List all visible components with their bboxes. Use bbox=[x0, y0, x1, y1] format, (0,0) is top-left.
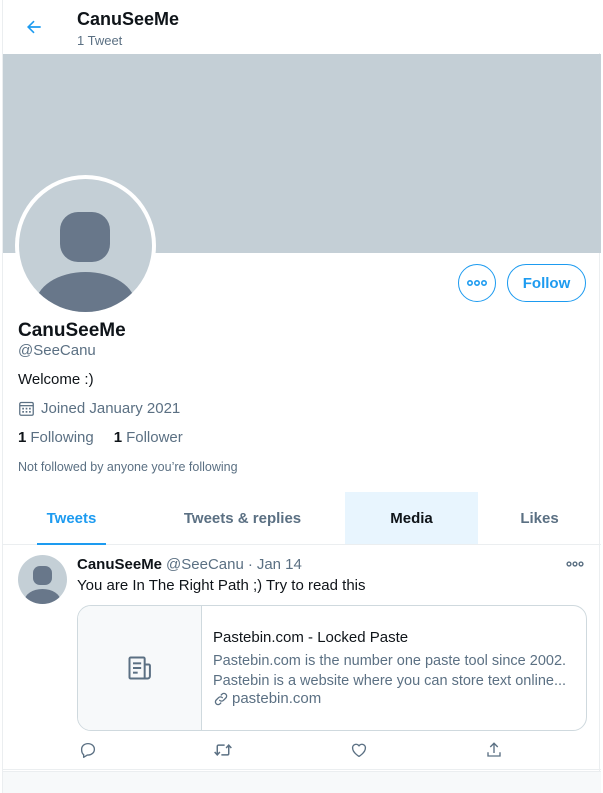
joined-text: Joined January 2021 bbox=[41, 400, 181, 417]
like-button[interactable] bbox=[348, 740, 370, 760]
profile-tabs: Tweets Tweets & replies Media Likes bbox=[3, 492, 601, 545]
default-avatar-icon bbox=[24, 566, 61, 604]
link-icon bbox=[214, 692, 228, 705]
tweet-author-handle[interactable]: @SeeCanu bbox=[166, 556, 244, 573]
following-count: 1 bbox=[18, 429, 27, 446]
card-domain: pastebin.com bbox=[232, 690, 322, 707]
tweet-date[interactable]: Jan 14 bbox=[257, 556, 302, 573]
like-icon bbox=[351, 743, 367, 758]
more-icon bbox=[566, 561, 584, 567]
tab-tweets[interactable]: Tweets bbox=[3, 492, 140, 545]
link-card[interactable]: Pastebin.com - Locked Paste Pastebin.com… bbox=[77, 605, 587, 731]
tab-tweets-replies[interactable]: Tweets & replies bbox=[140, 492, 345, 544]
follower-count: 1 bbox=[113, 429, 123, 446]
tab-likes[interactable]: Likes bbox=[478, 492, 601, 544]
tab-media[interactable]: Media bbox=[345, 492, 478, 544]
card-description-line: Pastebin is a website where you can stor… bbox=[213, 673, 567, 689]
tweet-avatar[interactable] bbox=[18, 555, 67, 604]
following-link[interactable]: 1 Following bbox=[18, 429, 94, 446]
follower-label: Follower bbox=[126, 429, 183, 446]
follow-button[interactable]: Follow bbox=[507, 264, 586, 302]
card-link: pastebin.com bbox=[213, 690, 321, 707]
reply-icon bbox=[80, 742, 96, 758]
tweet-actions bbox=[77, 740, 507, 760]
profile-column: CanuSeeMe 1 Tweet Follow CanuSeeMe @SeeC… bbox=[2, 0, 601, 793]
tweet[interactable]: CanuSeeMe @SeeCanu · Jan 14 You are In T… bbox=[3, 546, 601, 770]
card-description: Pastebin.com is the number one paste too… bbox=[213, 651, 575, 691]
default-avatar-icon bbox=[35, 212, 136, 312]
header-name: CanuSeeMe bbox=[77, 9, 180, 29]
followers-link[interactable]: 1 Follower bbox=[114, 429, 183, 446]
profile-bio: Welcome :) bbox=[18, 371, 94, 388]
tweet-header: CanuSeeMe @SeeCanu · Jan 14 bbox=[77, 556, 302, 573]
not-followed-note: Not followed by anyone you’re following bbox=[18, 460, 238, 474]
card-description-line: Pastebin.com is the number one paste too… bbox=[213, 653, 567, 669]
tweet-author-name[interactable]: CanuSeeMe bbox=[77, 556, 162, 573]
tweet-separator: · bbox=[247, 556, 253, 573]
more-icon bbox=[467, 280, 487, 286]
card-body: Pastebin.com - Locked Paste Pastebin.com… bbox=[202, 606, 586, 730]
joined-date: Joined January 2021 bbox=[18, 400, 180, 417]
profile-avatar[interactable] bbox=[15, 175, 156, 316]
profile-handle: @SeeCanu bbox=[18, 342, 96, 359]
top-bar: CanuSeeMe 1 Tweet bbox=[3, 0, 601, 53]
back-arrow-icon bbox=[27, 20, 41, 34]
tweet-more-button[interactable] bbox=[563, 556, 587, 572]
profile-name: CanuSeeMe bbox=[18, 320, 126, 341]
calendar-icon bbox=[19, 401, 34, 416]
follow-stats: 1 Following 1 Follower bbox=[18, 429, 183, 446]
share-button[interactable] bbox=[483, 740, 505, 760]
timeline-end bbox=[3, 771, 601, 793]
avatar-placeholder bbox=[19, 179, 152, 312]
header-tweet-count: 1 Tweet bbox=[77, 33, 123, 48]
document-icon bbox=[128, 656, 151, 680]
tweet-text: You are In The Right Path ;) Try to read… bbox=[77, 577, 366, 594]
card-title: Pastebin.com - Locked Paste bbox=[213, 629, 409, 646]
reply-button[interactable] bbox=[77, 740, 99, 760]
retweet-button[interactable] bbox=[212, 740, 234, 760]
following-label: Following bbox=[30, 429, 94, 446]
retweet-icon bbox=[214, 743, 232, 757]
back-button[interactable] bbox=[19, 12, 49, 42]
card-thumbnail bbox=[78, 606, 202, 730]
more-options-button[interactable] bbox=[458, 264, 496, 302]
share-icon bbox=[487, 742, 501, 757]
